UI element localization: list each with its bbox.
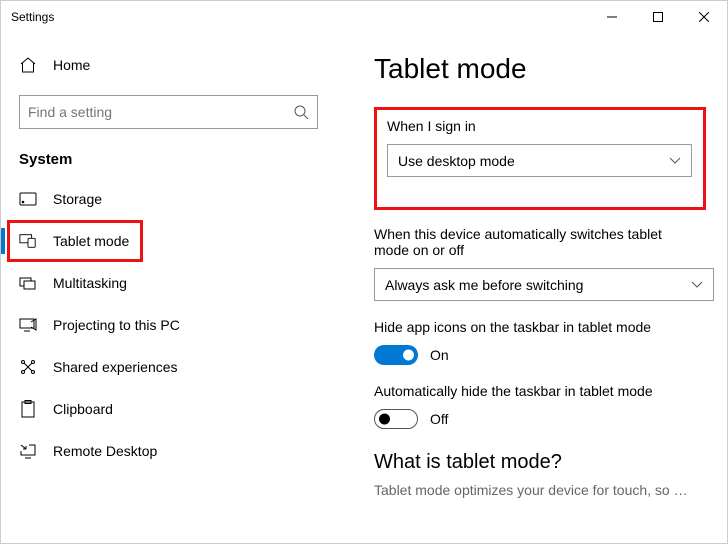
hidetaskbar-toggle[interactable] xyxy=(374,409,418,429)
signin-select[interactable]: Use desktop mode xyxy=(387,144,692,177)
home-icon xyxy=(19,56,37,74)
autoswitch-select[interactable]: Always ask me before switching xyxy=(374,268,714,301)
signin-label: When I sign in xyxy=(387,118,693,134)
home-label: Home xyxy=(53,57,90,73)
search-icon xyxy=(294,105,309,120)
sidebar-item-label: Clipboard xyxy=(53,401,113,417)
sidebar-item-storage[interactable]: Storage xyxy=(1,178,336,220)
home-nav[interactable]: Home xyxy=(1,45,336,85)
sidebar-item-label: Projecting to this PC xyxy=(53,317,180,333)
sidebar-item-label: Shared experiences xyxy=(53,359,178,375)
hideicons-label: Hide app icons on the taskbar in tablet … xyxy=(374,319,693,335)
sidebar-item-multitasking[interactable]: Multitasking xyxy=(1,262,336,304)
shared-icon xyxy=(19,358,37,376)
window-title: Settings xyxy=(11,10,54,24)
titlebar-controls xyxy=(589,1,727,33)
autoswitch-label: When this device automatically switches … xyxy=(374,226,693,258)
minimize-button[interactable] xyxy=(589,1,635,33)
maximize-button[interactable] xyxy=(635,1,681,33)
sidebar-item-label: Remote Desktop xyxy=(53,443,157,459)
multitasking-icon xyxy=(19,274,37,292)
select-value: Always ask me before switching xyxy=(385,277,583,293)
sidebar-item-label: Storage xyxy=(53,191,102,207)
whatis-body: Tablet mode optimizes your device for to… xyxy=(374,482,693,498)
clipboard-icon xyxy=(19,400,37,418)
projecting-icon xyxy=(19,316,37,334)
hidetaskbar-label: Automatically hide the taskbar in tablet… xyxy=(374,383,693,399)
whatis-heading: What is tablet mode? xyxy=(374,451,693,474)
sidebar-item-projecting[interactable]: Projecting to this PC xyxy=(1,304,336,346)
hideicons-toggle[interactable] xyxy=(374,345,418,365)
main-content: Tablet mode When I sign in Use desktop m… xyxy=(336,33,727,543)
chevron-down-icon xyxy=(691,281,703,289)
chevron-down-icon xyxy=(669,157,681,165)
sidebar-item-clipboard[interactable]: Clipboard xyxy=(1,388,336,430)
storage-icon xyxy=(19,190,37,208)
select-value: Use desktop mode xyxy=(398,153,515,169)
sidebar-item-shared-experiences[interactable]: Shared experiences xyxy=(1,346,336,388)
page-title: Tablet mode xyxy=(374,53,693,85)
close-button[interactable] xyxy=(681,1,727,33)
section-title: System xyxy=(19,151,336,168)
highlight-annotation: When I sign in Use desktop mode xyxy=(374,107,706,210)
toggle-state: On xyxy=(430,347,449,363)
sidebar: Home System Storage Tablet mo xyxy=(1,33,336,543)
remote-desktop-icon xyxy=(19,442,37,460)
highlight-annotation xyxy=(7,220,143,262)
search-input[interactable] xyxy=(19,95,318,129)
toggle-state: Off xyxy=(430,411,448,427)
sidebar-item-remote-desktop[interactable]: Remote Desktop xyxy=(1,430,336,472)
search-field[interactable] xyxy=(28,104,294,120)
sidebar-item-label: Multitasking xyxy=(53,275,127,291)
